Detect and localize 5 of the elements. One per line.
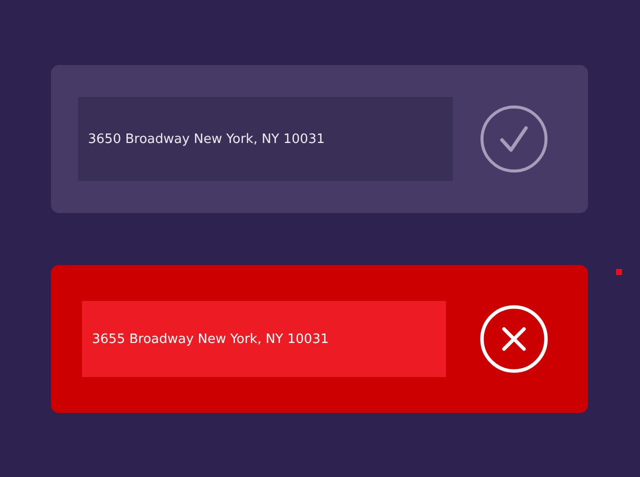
error-marker	[616, 269, 622, 275]
address-field[interactable]: 3650 Broadway New York, NY 10031	[78, 97, 453, 181]
check-circle-icon	[480, 105, 548, 173]
address-field[interactable]: 3655 Broadway New York, NY 10031	[82, 301, 446, 377]
close-circle-icon	[480, 305, 548, 373]
